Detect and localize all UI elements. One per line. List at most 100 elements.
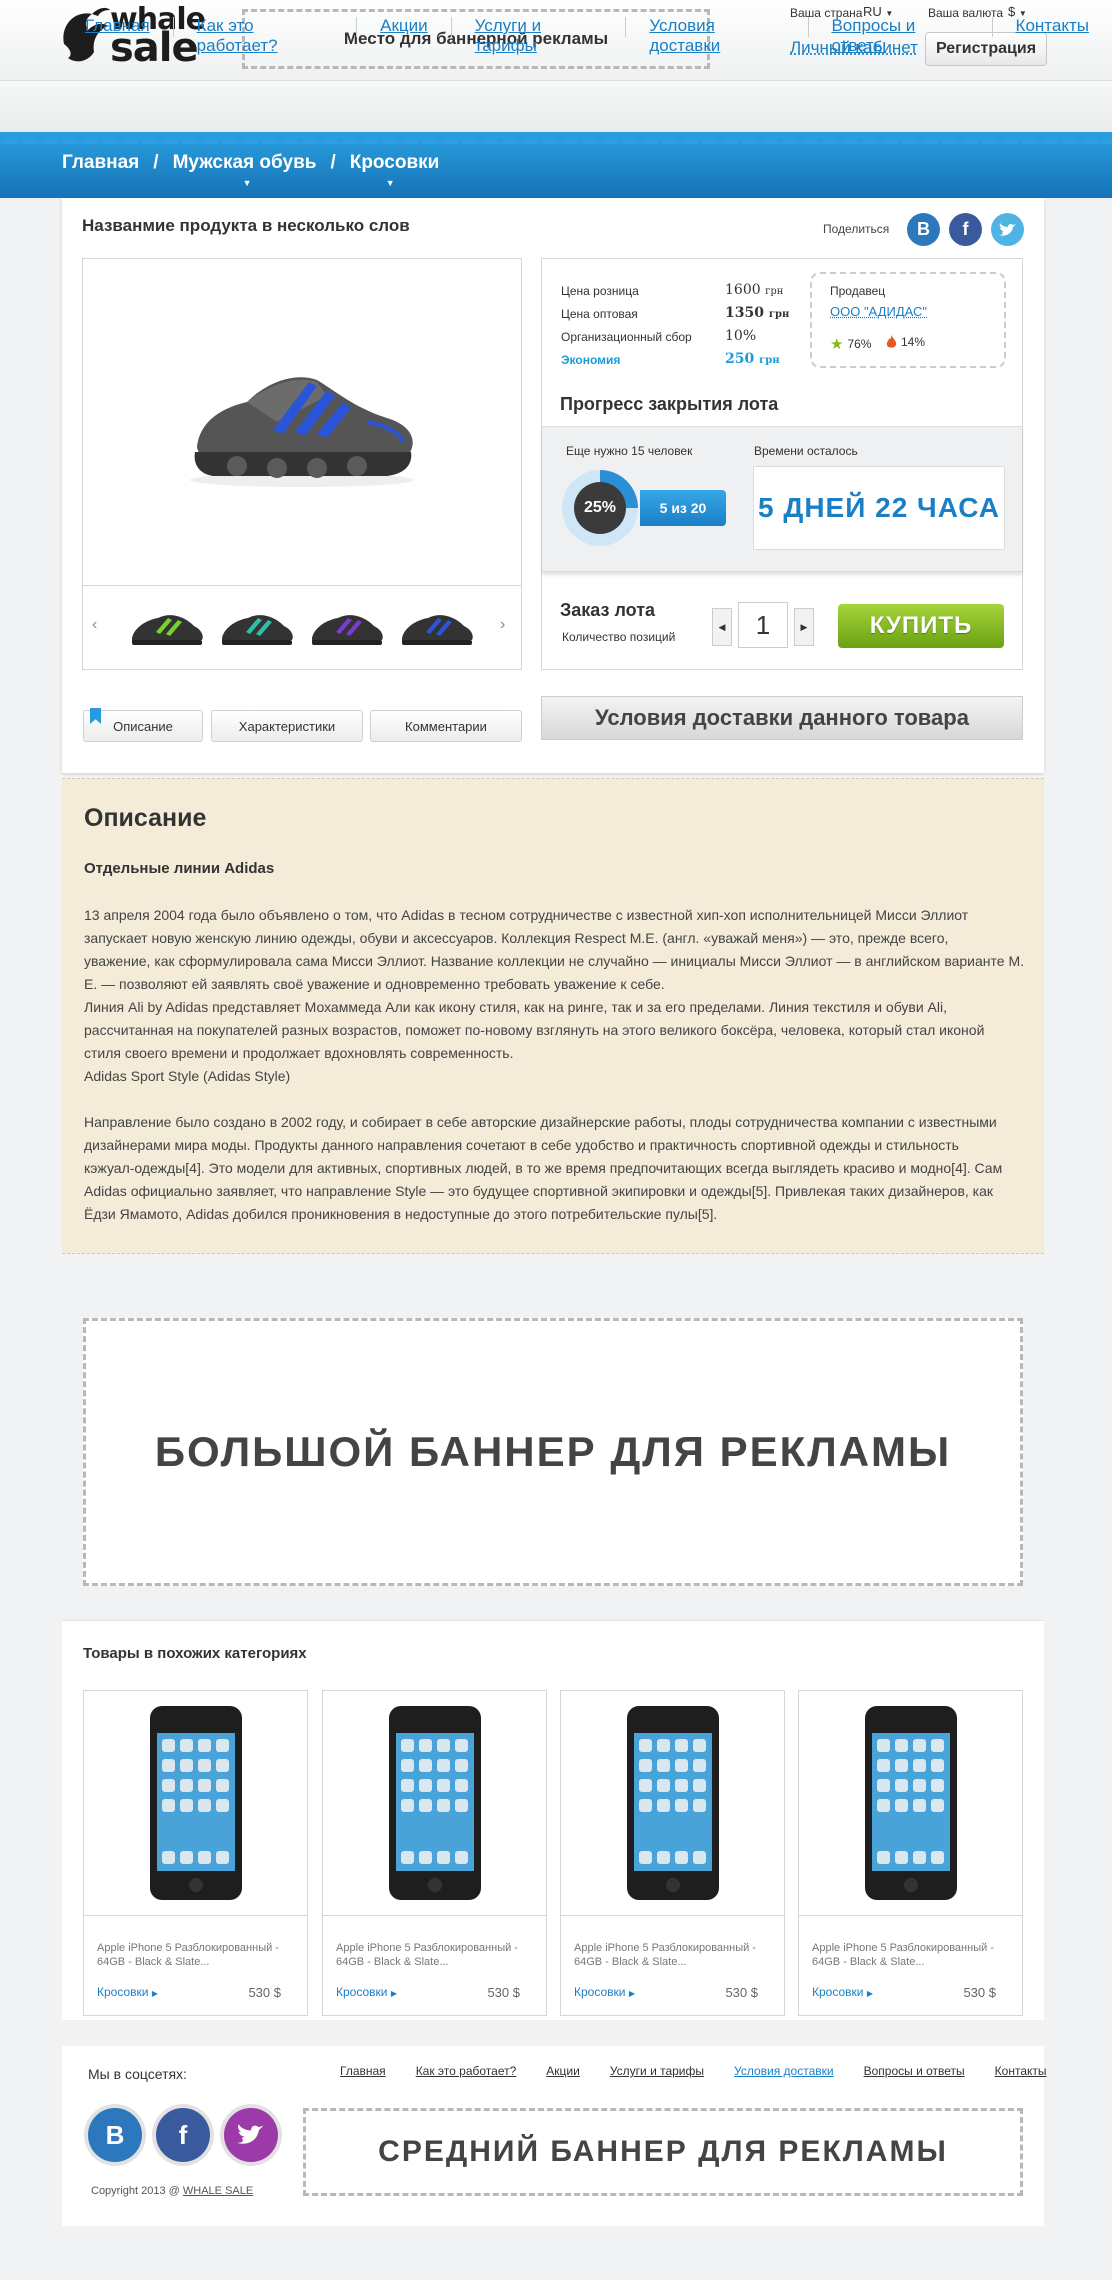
nav-item-contacts[interactable]: Контакты xyxy=(993,16,1112,56)
mid-ad-banner[interactable]: СРЕДНИЙ БАННЕР ДЛЯ РЕКЛАМЫ xyxy=(303,2108,1023,2196)
description-text: 13 апреля 2004 года было объявлено о том… xyxy=(84,904,1024,1249)
description-line: Adidas Sport Style (Adidas Style) xyxy=(84,1068,291,1084)
caret-down-icon: ▼ xyxy=(242,178,252,188)
product-card-name[interactable]: Apple iPhone 5 Разблокированный - 64GB -… xyxy=(812,1941,1012,1969)
quantity-input[interactable]: 1 xyxy=(738,602,788,648)
description-line: E. — позволяют ей заявлять своё уважение… xyxy=(84,976,665,992)
facebook-icon[interactable]: f xyxy=(156,2108,210,2162)
footer-nav-home[interactable]: Главная xyxy=(340,2064,386,2078)
footer-nav-faq[interactable]: Вопросы и ответы xyxy=(864,2064,965,2078)
facebook-icon[interactable]: f xyxy=(949,213,982,246)
quantity-increase-button[interactable]: ▶ xyxy=(794,608,814,646)
product-main-image[interactable] xyxy=(83,259,521,585)
description-line: Adidas официально заявляет, что направле… xyxy=(84,1183,994,1199)
fire-icon xyxy=(886,335,897,348)
seller-name-link[interactable]: ООО "АДИДАС" xyxy=(830,304,927,319)
twitter-bird-shape xyxy=(998,222,1016,236)
price-savings-value: 250 xyxy=(725,351,755,367)
vk-icon[interactable]: B xyxy=(88,2108,142,2162)
price-label-retail: Цена розница xyxy=(561,284,639,298)
arrow-right-icon: ▶ xyxy=(390,1989,397,1998)
nav-item-faq[interactable]: Вопросы и ответы xyxy=(808,16,991,56)
tab-description[interactable]: Описание xyxy=(83,710,203,742)
product-card-category[interactable]: Кросовки ▶ xyxy=(812,1985,873,1999)
footer-nav-services[interactable]: Услуги и тарифы xyxy=(610,2064,704,2078)
description-line: Ёдзи Ямамото, Adidas добился проникновен… xyxy=(84,1206,718,1222)
product-card-category[interactable]: Кросовки ▶ xyxy=(97,1985,158,1999)
footer-nav-contacts[interactable]: Контакты xyxy=(995,2064,1047,2078)
product-card-item[interactable]: Apple iPhone 5 Разблокированный - 64GB -… xyxy=(322,1690,547,2016)
delivery-terms-button[interactable]: Условия доставки данного товара xyxy=(541,696,1023,740)
wave-decoration xyxy=(0,137,1112,144)
product-card-category[interactable]: Кросовки ▶ xyxy=(336,1985,397,1999)
thumbnail-green[interactable] xyxy=(128,608,206,648)
caret-down-icon: ▼ xyxy=(385,178,395,188)
copyright-brand-link[interactable]: WHALE SALE xyxy=(183,2185,253,2197)
twitter-icon[interactable] xyxy=(224,2108,278,2162)
footer-nav-promotions[interactable]: Акции xyxy=(546,2064,580,2078)
thumbnail-teal[interactable] xyxy=(218,608,296,648)
price-savings: 250 грн xyxy=(725,351,780,367)
price-label-wholesale: Цена оптовая xyxy=(561,307,638,321)
footer-nav-how-it-works[interactable]: Как это работает? xyxy=(416,2064,517,2078)
thumbnail-blue[interactable] xyxy=(398,608,476,648)
description-line: Направление было создано в 2002 году, и … xyxy=(84,1114,997,1130)
seller-rating-positive-value: 76% xyxy=(847,337,872,351)
breadcrumb: Главная / Мужская обувь ▼ / Кросовки ▼ xyxy=(62,152,440,188)
twitter-icon[interactable] xyxy=(991,213,1024,246)
product-card-category-label: Кросовки xyxy=(812,1985,864,1999)
arrow-right-icon: ▶ xyxy=(628,1989,635,1998)
description-title: Описание xyxy=(84,804,207,832)
product-card-item[interactable]: Apple iPhone 5 Разблокированный - 64GB -… xyxy=(83,1690,308,2016)
nav-item-how-it-works[interactable]: Как это работает? xyxy=(174,16,357,56)
description-line: кэжуал-одежды[4]. Это модели для активны… xyxy=(84,1160,1003,1176)
similar-products-title: Товары в похожих категориях xyxy=(83,1645,307,1662)
order-subtitle: Количество позиций xyxy=(562,630,676,644)
arrow-left-icon[interactable]: ‹ xyxy=(92,616,97,634)
product-card-item[interactable]: Apple iPhone 5 Разблокированный - 64GB -… xyxy=(560,1690,785,2016)
product-card-image[interactable] xyxy=(84,1691,307,1916)
description-paragraph: Направление было создано в 2002 году, и … xyxy=(84,1111,1024,1226)
buy-button[interactable]: КУПИТЬ xyxy=(838,604,1004,648)
description-line: дизайнерами мира моды. Продукты данного … xyxy=(84,1137,959,1153)
breadcrumb-home[interactable]: Главная xyxy=(62,152,139,174)
breadcrumb-mens-shoes[interactable]: Мужская обувь ▼ xyxy=(173,152,317,188)
big-ad-banner[interactable]: БОЛЬШОЙ БАННЕР ДЛЯ РЕКЛАМЫ xyxy=(83,1318,1023,1586)
description-line: 13 апреля 2004 года было объявлено о том… xyxy=(84,907,969,923)
tab-characteristics[interactable]: Характеристики xyxy=(211,710,363,742)
nav-item-delivery[interactable]: Условия доставки xyxy=(626,16,807,56)
breadcrumb-sneakers[interactable]: Кросовки ▼ xyxy=(350,152,440,188)
seller-rating-positive: ★ 76% xyxy=(830,335,871,353)
product-card-name[interactable]: Apple iPhone 5 Разблокированный - 64GB -… xyxy=(336,1941,536,1969)
vk-icon[interactable]: B xyxy=(907,213,940,246)
product-card-category-label: Кросовки xyxy=(574,1985,626,1999)
footer-nav-delivery[interactable]: Условия доставки xyxy=(734,2064,834,2078)
copyright-text: Copyright 2013 @ xyxy=(91,2185,180,2197)
breadcrumb-separator: / xyxy=(153,152,159,173)
product-card-image[interactable] xyxy=(561,1691,784,1916)
arrow-right-icon: ▶ xyxy=(151,1989,158,1998)
tab-comments[interactable]: Комментарии xyxy=(370,710,522,742)
product-card-category[interactable]: Кросовки ▶ xyxy=(574,1985,635,1999)
description-line: рассчитанная на покупателей разных возра… xyxy=(84,1022,985,1038)
description-paragraph: 13 апреля 2004 года было объявлено о том… xyxy=(84,904,1024,1088)
quantity-decrease-button[interactable]: ◀ xyxy=(712,608,732,646)
product-card-image[interactable] xyxy=(323,1691,546,1916)
nav-item-home[interactable]: Главная xyxy=(62,16,173,56)
nav-item-services[interactable]: Услуги и тарифы xyxy=(452,16,626,56)
thumbnail-purple[interactable] xyxy=(308,608,386,648)
product-card-image[interactable] xyxy=(799,1691,1022,1916)
arrow-right-icon: ▶ xyxy=(800,621,808,632)
product-card-name[interactable]: Apple iPhone 5 Разблокированный - 64GB -… xyxy=(574,1941,774,1969)
main-nav-list: Главная Как это работает? Акции Услуги и… xyxy=(62,16,1112,56)
sneaker-image xyxy=(190,377,414,487)
price-wholesale-value: 1350 xyxy=(725,305,764,321)
price-wholesale: 1350 грн xyxy=(725,305,789,321)
footer-nav: Главная Как это работает? Акции Услуги и… xyxy=(340,2064,1047,2078)
price-fee: 10% xyxy=(725,328,757,344)
arrow-right-icon[interactable]: › xyxy=(500,616,505,634)
nav-item-promotions[interactable]: Акции xyxy=(357,16,451,56)
description-line: стиля своего времени и продолжает вдохно… xyxy=(84,1045,514,1061)
product-card-item[interactable]: Apple iPhone 5 Разблокированный - 64GB -… xyxy=(798,1690,1023,2016)
product-card-name[interactable]: Apple iPhone 5 Разблокированный - 64GB -… xyxy=(97,1941,297,1969)
